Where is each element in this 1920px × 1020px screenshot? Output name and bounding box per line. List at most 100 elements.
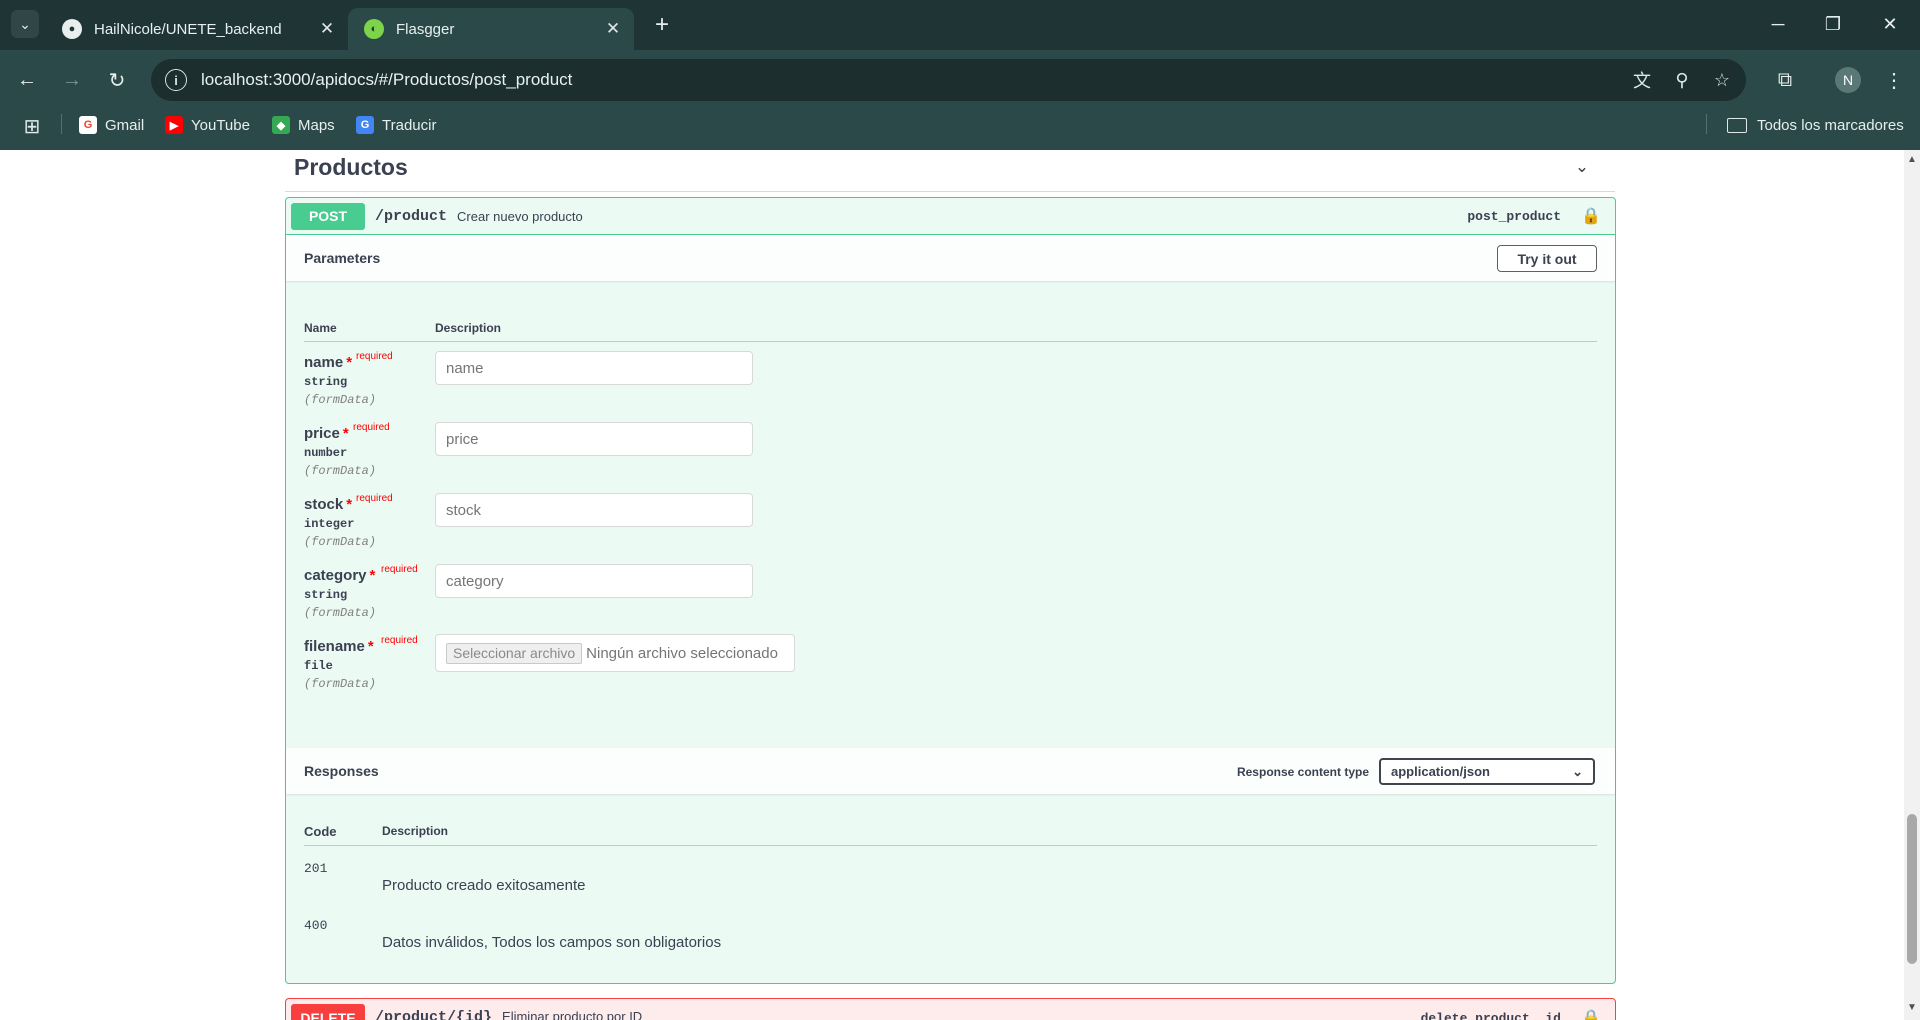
tab-search-chevron-icon[interactable]: ⌄	[11, 10, 39, 38]
column-description: Description	[435, 321, 502, 335]
site-info-icon[interactable]: i	[165, 69, 187, 91]
parameter-location: (formData)	[304, 464, 377, 478]
chevron-down-icon[interactable]: ⌄	[1571, 156, 1593, 178]
minimize-icon[interactable]: ─	[1758, 8, 1798, 40]
extensions-icon[interactable]: ⧉	[1768, 63, 1802, 97]
translate-icon: G	[356, 116, 374, 134]
flasgger-icon: ◐	[364, 19, 384, 39]
operation-id: post_product	[1467, 209, 1561, 224]
folder-icon	[1727, 117, 1747, 133]
parameter-name: name *	[304, 354, 353, 371]
url-text[interactable]: localhost:3000/apidocs/#/Productos/post_…	[201, 70, 1626, 90]
column-description: Description	[382, 824, 449, 838]
parameters-table-header: Name Description	[304, 315, 1597, 342]
all-bookmarks-label: Todos los marcadores	[1757, 116, 1904, 134]
response-code: 201	[304, 861, 328, 876]
parameter-name: price *	[304, 425, 349, 442]
bookmark-star-icon[interactable]: ☆	[1706, 64, 1738, 96]
response-code: 400	[304, 918, 328, 933]
tab-flasgger[interactable]: ◐ Flasgger ✕	[348, 8, 634, 50]
column-name: Name	[304, 321, 337, 335]
browser-tab-bar: ⌄ ● HailNicole/UNETE_backend ✕ ◐ Flasgge…	[0, 0, 1920, 50]
parameter-row: price * required number (formData)	[304, 422, 1597, 485]
scroll-down-arrow-icon[interactable]: ▼	[1907, 1003, 1917, 1013]
response-description: Producto creado exitosamente	[382, 877, 586, 894]
parameter-name: stock *	[304, 496, 353, 513]
parameter-name: category *	[304, 567, 376, 584]
file-status-text: Ningún archivo seleccionado	[586, 644, 778, 662]
response-content-type: Response content type application/json ⌄	[1237, 758, 1595, 785]
responses-header: Responses Response content type applicat…	[286, 748, 1615, 794]
bookmark-gmail[interactable]: G Gmail	[79, 112, 144, 138]
tag-section-header[interactable]: Productos ⌄	[285, 150, 1615, 192]
apps-grid-icon[interactable]: ⊞	[20, 114, 44, 138]
back-icon[interactable]: ←	[10, 63, 44, 97]
bookmark-youtube[interactable]: ▶ YouTube	[165, 112, 250, 138]
parameter-row: filename * required file (formData) Selec…	[304, 634, 1597, 698]
section-title: Productos	[294, 154, 408, 180]
selected-content-type: application/json	[1391, 764, 1490, 779]
parameter-type: string	[304, 588, 348, 602]
parameter-type: integer	[304, 517, 355, 531]
parameter-type: number	[304, 446, 348, 460]
operation-summary[interactable]: DELETE /product/{id} Eliminar producto p…	[286, 999, 1615, 1020]
scroll-up-arrow-icon[interactable]: ▲	[1907, 155, 1917, 165]
operation-summary[interactable]: POST /product Crear nuevo producto post_…	[286, 198, 1615, 235]
bookmark-separator	[61, 114, 62, 134]
required-label: required	[381, 564, 418, 575]
response-content-type-label: Response content type	[1236, 764, 1369, 779]
forward-icon[interactable]: →	[55, 63, 89, 97]
bookmark-traducir[interactable]: G Traducir	[356, 112, 436, 138]
choose-file-button[interactable]: Seleccionar archivo	[446, 642, 583, 664]
bookmark-label: YouTube	[191, 116, 250, 134]
tab-close-icon[interactable]: ✕	[314, 16, 340, 42]
parameter-row: stock * required integer (formData)	[304, 493, 1597, 556]
tab-close-icon[interactable]: ✕	[600, 16, 626, 42]
operation-id: delete_product__id	[1420, 1011, 1561, 1020]
category-input[interactable]	[435, 564, 753, 598]
restore-icon[interactable]: ❐	[1813, 8, 1853, 40]
operation-summary-text: Eliminar producto por ID	[502, 1009, 643, 1020]
tab-github[interactable]: ● HailNicole/UNETE_backend ✕	[46, 8, 348, 50]
filename-file-input[interactable]: Seleccionar archivo Ningún archivo selec…	[435, 634, 795, 672]
try-it-out-button[interactable]: Try it out	[1497, 245, 1597, 272]
gmail-icon: G	[79, 116, 97, 134]
parameters-header: Parameters Try it out	[286, 235, 1615, 281]
tab-title: Flasgger	[396, 20, 455, 38]
stock-input[interactable]	[435, 493, 753, 527]
translate-page-icon[interactable]: 文	[1626, 64, 1658, 96]
method-badge: DELETE	[291, 1004, 365, 1020]
parameter-location: (formData)	[304, 393, 377, 407]
chevron-down-icon: ⌄	[1572, 763, 1583, 779]
bookmark-separator	[1706, 114, 1707, 134]
operation-path: /product	[375, 207, 448, 225]
scrollbar-thumb[interactable]	[1907, 814, 1917, 964]
github-icon: ●	[62, 19, 82, 39]
address-bar[interactable]: i localhost:3000/apidocs/#/Productos/pos…	[151, 59, 1746, 101]
responses-table-header: Code Description	[304, 818, 1597, 846]
profile-avatar[interactable]: N	[1835, 67, 1861, 93]
parameter-location: (formData)	[304, 535, 377, 549]
column-code: Code	[304, 824, 337, 839]
operation-summary-text: Crear nuevo producto	[457, 208, 583, 224]
price-input[interactable]	[435, 422, 753, 456]
new-tab-icon[interactable]: +	[649, 11, 675, 38]
lock-icon[interactable]: 🔒	[1581, 1008, 1601, 1020]
required-label: required	[381, 635, 418, 646]
name-input[interactable]	[435, 351, 753, 385]
window-close-icon[interactable]: ✕	[1870, 8, 1910, 40]
zoom-icon[interactable]: ⚲	[1666, 64, 1698, 96]
required-label: required	[353, 422, 390, 433]
lock-icon[interactable]: 🔒	[1581, 206, 1601, 226]
method-badge: POST	[291, 202, 365, 230]
bookmark-maps[interactable]: ◆ Maps	[272, 112, 335, 138]
reload-icon[interactable]: ↻	[100, 63, 134, 97]
bookmark-label: Traducir	[382, 116, 437, 134]
response-content-type-select[interactable]: application/json ⌄	[1379, 758, 1595, 785]
parameter-row: name * required string (formData)	[304, 351, 1597, 414]
bookmark-label: Maps	[298, 116, 335, 134]
browser-menu-icon[interactable]: ⋮	[1879, 63, 1909, 97]
all-bookmarks[interactable]: Todos los marcadores	[1727, 112, 1904, 138]
responses-title: Responses	[304, 763, 379, 779]
required-label: required	[356, 351, 393, 362]
